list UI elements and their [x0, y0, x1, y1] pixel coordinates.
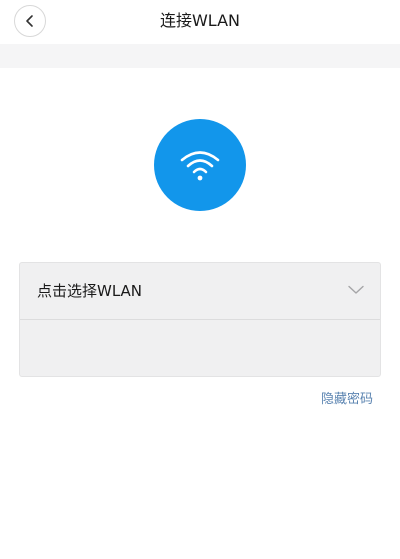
chevron-down-icon	[348, 285, 364, 294]
wlan-select[interactable]: 点击选择WLAN	[20, 263, 380, 320]
section-divider	[0, 44, 400, 68]
header-bar: 连接WLAN	[0, 0, 400, 44]
page-title: 连接WLAN	[159, 11, 241, 30]
wlan-select-label: 点击选择WLAN	[37, 282, 143, 300]
password-input[interactable]	[20, 320, 380, 376]
wifi-badge	[154, 119, 246, 211]
wifi-icon	[180, 151, 220, 181]
wlan-form: 点击选择WLAN	[19, 262, 381, 377]
hide-password-link[interactable]: 隐藏密码	[321, 391, 373, 409]
